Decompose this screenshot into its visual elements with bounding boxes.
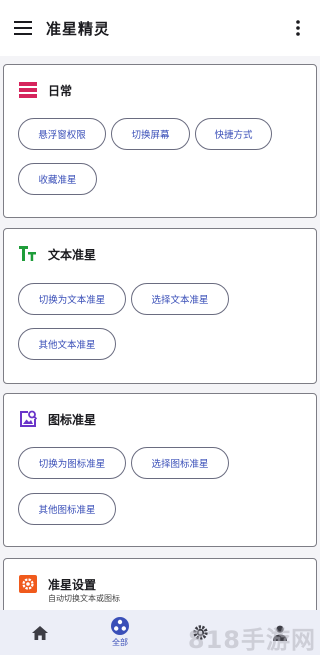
text-crosshair-card: 文本准星 切换为文本准星 选择文本准星 其他文本准星: [3, 228, 317, 384]
other-image-chip[interactable]: 其他图标准星: [18, 493, 116, 525]
switch-to-text-chip[interactable]: 切换为文本准星: [18, 283, 126, 315]
settings-badge-icon: [18, 574, 38, 594]
select-text-chip[interactable]: 选择文本准星: [131, 283, 229, 315]
menu-button[interactable]: [0, 0, 46, 56]
shortcut-chip[interactable]: 快捷方式: [195, 118, 272, 150]
daily-card: 日常 悬浮窗权限 切换屏幕 快捷方式 收藏准星: [3, 64, 317, 218]
switch-screen-chip[interactable]: 切换屏幕: [111, 118, 190, 150]
daily-card-title: 日常: [48, 83, 73, 98]
nav-apps-label: 全部: [112, 638, 128, 647]
settings-card-header: 准星设置: [18, 573, 96, 595]
apps-circle-icon: [111, 617, 129, 635]
more-vert-icon: [296, 20, 300, 36]
image-card-header: 图标准星: [18, 408, 96, 430]
home-icon: [32, 625, 48, 640]
overflow-menu-button[interactable]: [284, 14, 312, 42]
image-search-icon: [18, 409, 38, 429]
settings-card-title: 准星设置: [48, 577, 97, 592]
layers-icon: [18, 80, 38, 100]
nav-apps[interactable]: 全部: [100, 610, 140, 655]
overlay-permission-chip[interactable]: 悬浮窗权限: [18, 118, 106, 150]
select-image-chip[interactable]: 选择图标准星: [131, 447, 229, 479]
hamburger-menu-icon: [14, 21, 32, 35]
watermark-logo: 818手游网: [187, 626, 316, 654]
settings-card-subtitle: 自动切换文本或图标: [48, 594, 120, 603]
daily-card-header: 日常: [18, 79, 72, 101]
nav-home[interactable]: [20, 610, 60, 655]
switch-to-image-chip[interactable]: 切换为图标准星: [18, 447, 126, 479]
app-title: 准星精灵: [46, 19, 111, 38]
text-card-title: 文本准星: [48, 247, 97, 262]
image-crosshair-card: 图标准星 切换为图标准星 选择图标准星 其他图标准星: [3, 393, 317, 547]
app-bar: 准星精灵: [0, 0, 320, 56]
text-card-header: 文本准星: [18, 243, 96, 265]
text-icon: [18, 244, 38, 264]
image-card-title: 图标准星: [48, 412, 97, 427]
favorite-crosshair-chip[interactable]: 收藏准星: [18, 163, 97, 195]
other-text-chip[interactable]: 其他文本准星: [18, 328, 116, 360]
